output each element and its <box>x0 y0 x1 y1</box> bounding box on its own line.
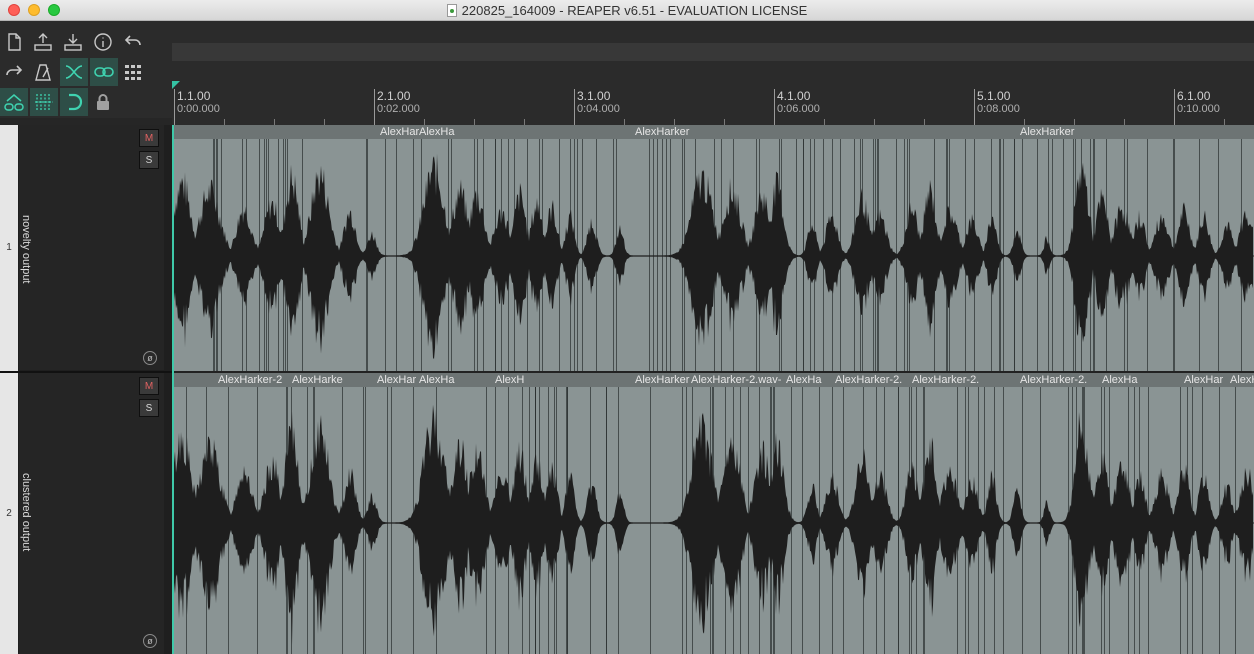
undo-icon[interactable] <box>120 29 146 55</box>
item-label[interactable]: AlexHarker <box>635 125 689 139</box>
edit-cursor-line <box>172 125 174 654</box>
mute-button[interactable]: M <box>139 377 159 395</box>
item-label[interactable]: AlexHa <box>786 373 821 387</box>
solo-button[interactable]: S <box>139 151 159 169</box>
item-header[interactable] <box>172 125 1254 139</box>
upload-icon[interactable] <box>30 29 56 55</box>
item-label[interactable]: AlexHarker-2. <box>1020 373 1087 387</box>
mute-button[interactable]: M <box>139 129 159 147</box>
track-panel-2[interactable]: clustered output M S ø <box>19 373 164 654</box>
item-label[interactable]: AlexH <box>1230 373 1254 387</box>
phase-invert-button[interactable]: ø <box>143 351 157 365</box>
main-toolbar <box>0 21 172 118</box>
arrange-view[interactable]: AlexHar AlexHa AlexHarker AlexHarker Ale… <box>172 125 1254 654</box>
redo-icon[interactable] <box>1 59 27 85</box>
item-label[interactable]: AlexHar <box>377 373 416 387</box>
window-title: 220825_164009 - REAPER v6.51 - EVALUATIO… <box>461 3 808 18</box>
magnet-icon[interactable] <box>60 88 88 116</box>
audio-waveform <box>172 153 1254 360</box>
track-1-lane[interactable]: AlexHar AlexHa AlexHarker AlexHarker <box>172 125 1254 371</box>
item-label[interactable]: AlexHarker-2. <box>835 373 902 387</box>
document-icon <box>446 4 457 17</box>
ruler-bar-line <box>374 89 375 125</box>
ruler-bar-line <box>774 89 775 125</box>
item-label[interactable]: AlexH <box>495 373 524 387</box>
track-panel-1[interactable]: novelty output M S ø <box>19 125 164 370</box>
ruler-bar-label: 2.1.00 <box>377 89 411 103</box>
toolbar-spacer-inner <box>172 43 1254 61</box>
ruler-bar-label: 4.1.00 <box>777 89 811 103</box>
item-label[interactable]: AlexHarker <box>635 373 689 387</box>
ruler-time-label: 0:00.000 <box>177 103 220 115</box>
metronome-icon[interactable] <box>30 59 56 85</box>
ruler-time-label: 0:04.000 <box>577 103 620 115</box>
snap-grid-icon[interactable] <box>30 88 58 116</box>
track-2-lane[interactable]: AlexHarker-2 AlexHarke AlexHar AlexHa Al… <box>172 373 1254 654</box>
solo-button[interactable]: S <box>139 399 159 417</box>
crossfade-icon[interactable] <box>60 58 88 86</box>
track-name[interactable]: novelty output <box>20 215 32 284</box>
item-label[interactable]: AlexHarke <box>292 373 343 387</box>
ripple-icon[interactable] <box>0 88 28 116</box>
item-label[interactable]: AlexHa <box>1102 373 1137 387</box>
item-label[interactable]: AlexHarker-2.wav- <box>691 373 781 387</box>
ruler-bar-line <box>174 89 175 125</box>
download-icon[interactable] <box>60 29 86 55</box>
ruler-time-label: 0:02.000 <box>377 103 420 115</box>
grid-icon[interactable] <box>120 59 146 85</box>
track-number-column: 1 2 <box>0 125 18 654</box>
item-label[interactable]: AlexHarker-2. <box>912 373 979 387</box>
ruler-time-label: 0:10.000 <box>1177 103 1220 115</box>
waveform-shape <box>174 153 1253 360</box>
ruler-bar-label: 5.1.00 <box>977 89 1011 103</box>
toolbar-spacer <box>172 21 1254 81</box>
ruler-bar-line <box>1174 89 1175 125</box>
ruler-bar-label: 3.1.00 <box>577 89 611 103</box>
lock-icon[interactable] <box>90 89 116 115</box>
link-icon[interactable] <box>90 58 118 86</box>
window-titlebar: 220825_164009 - REAPER v6.51 - EVALUATIO… <box>0 0 1254 21</box>
ruler-bar-line <box>974 89 975 125</box>
new-project-icon[interactable] <box>1 29 27 55</box>
item-label[interactable]: AlexHa <box>419 125 454 139</box>
timeline-ruler[interactable]: 1.1.00 0:00.000 2.1.00 0:02.000 3.1.00 0:04.0… <box>172 81 1254 125</box>
edit-cursor-marker[interactable] <box>172 81 180 89</box>
ruler-time-label: 0:08.000 <box>977 103 1020 115</box>
item-label[interactable]: AlexHarker <box>1020 125 1074 139</box>
item-label[interactable]: AlexHa <box>419 373 454 387</box>
track-number[interactable]: 1 <box>0 242 18 253</box>
ruler-time-label: 0:06.000 <box>777 103 820 115</box>
track-number[interactable]: 2 <box>0 508 18 519</box>
item-label[interactable]: AlexHarker-2 <box>218 373 282 387</box>
item-label[interactable]: AlexHar <box>1184 373 1223 387</box>
audio-waveform <box>172 404 1254 646</box>
waveform-shape <box>174 404 1253 646</box>
info-icon[interactable] <box>90 29 116 55</box>
phase-invert-button[interactable]: ø <box>143 634 157 648</box>
title-wrap: 220825_164009 - REAPER v6.51 - EVALUATIO… <box>0 0 1254 21</box>
ruler-bar-label: 1.1.00 <box>177 89 211 103</box>
track-name[interactable]: clustered output <box>20 473 32 551</box>
ruler-bar-line <box>574 89 575 125</box>
item-label[interactable]: AlexHar <box>380 125 419 139</box>
ruler-bar-label: 6.1.00 <box>1177 89 1211 103</box>
